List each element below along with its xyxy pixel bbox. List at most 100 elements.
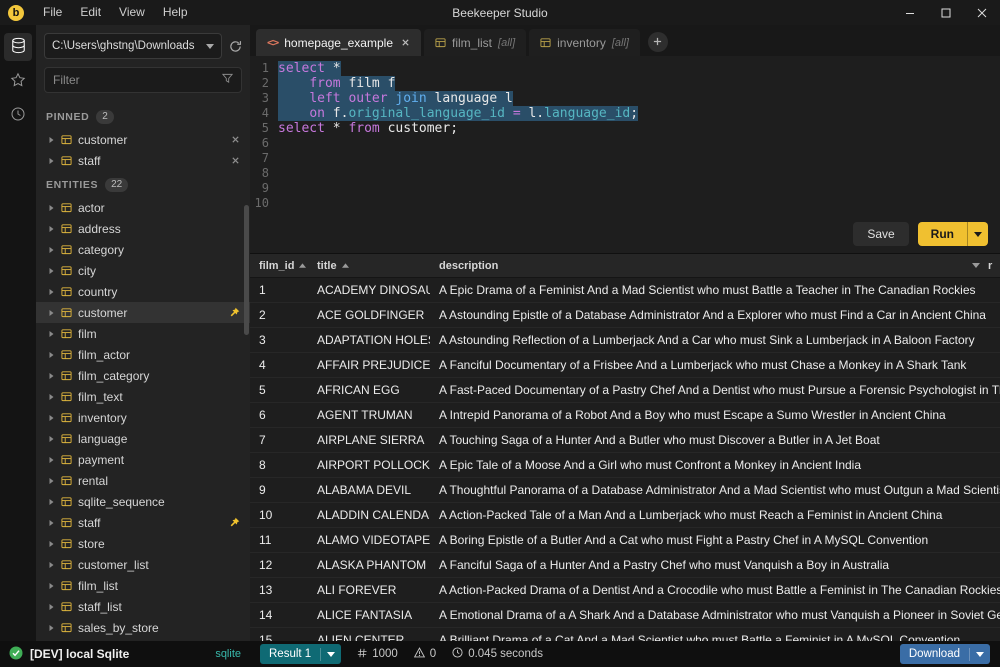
entity-item-customer[interactable]: customer bbox=[36, 302, 250, 323]
entity-item-country[interactable]: country bbox=[36, 281, 250, 302]
result-tab-selector[interactable]: Result 1 bbox=[260, 644, 341, 664]
entity-item-actor[interactable]: actor bbox=[36, 197, 250, 218]
menu-view[interactable]: View bbox=[110, 0, 154, 25]
table-icon bbox=[61, 349, 72, 360]
entity-item-language[interactable]: language bbox=[36, 428, 250, 449]
editor-line[interactable]: 2 from film f bbox=[250, 76, 1000, 91]
result-row[interactable]: 14ALICE FANTASIAA Emotional Drama of a A… bbox=[250, 603, 1000, 628]
sql-editor[interactable]: 1select *2 from film f3 left outer join … bbox=[250, 56, 1000, 216]
result-row[interactable]: 8AIRPORT POLLOCKA Epic Tale of a Moose A… bbox=[250, 453, 1000, 478]
menu-file[interactable]: File bbox=[34, 0, 71, 25]
database-path: C:\Users\ghstng\Downloads bbox=[52, 40, 202, 52]
entity-item-staff_list[interactable]: staff_list bbox=[36, 596, 250, 617]
save-button[interactable]: Save bbox=[853, 222, 908, 246]
result-row[interactable]: 15ALIEN CENTERA Brilliant Drama of a Cat… bbox=[250, 628, 1000, 641]
result-row[interactable]: 11ALAMO VIDEOTAPEA Boring Epistle of a B… bbox=[250, 528, 1000, 553]
result-row[interactable]: 9ALABAMA DEVILA Thoughtful Panorama of a… bbox=[250, 478, 1000, 503]
entity-item-address[interactable]: address bbox=[36, 218, 250, 239]
entity-item-rental[interactable]: rental bbox=[36, 470, 250, 491]
menu-help[interactable]: Help bbox=[154, 0, 197, 25]
history-rail-button[interactable] bbox=[4, 101, 32, 129]
editor-line[interactable]: 1select * bbox=[250, 61, 1000, 76]
result-row[interactable]: 12ALASKA PHANTOMA Fanciful Saga of a Hun… bbox=[250, 553, 1000, 578]
pinned-item-customer[interactable]: customer bbox=[36, 129, 250, 150]
tab-inventory[interactable]: inventory[all] bbox=[529, 29, 640, 56]
pinned-section-header[interactable]: PINNED 2 bbox=[36, 103, 250, 129]
column-header-partial[interactable]: r bbox=[984, 260, 1000, 272]
download-button[interactable]: Download bbox=[900, 644, 990, 664]
entity-item-film[interactable]: film bbox=[36, 323, 250, 344]
result-row[interactable]: 5AFRICAN EGGA Fast-Paced Documentary of … bbox=[250, 378, 1000, 403]
column-header-description[interactable]: description bbox=[430, 260, 968, 272]
result-row[interactable]: 7AIRPLANE SIERRAA Touching Saga of a Hun… bbox=[250, 428, 1000, 453]
cell-description: A Brilliant Drama of a Cat And a Mad Sci… bbox=[430, 633, 1000, 641]
entity-item-film_list[interactable]: film_list bbox=[36, 575, 250, 596]
run-label[interactable]: Run bbox=[918, 222, 968, 246]
entities-section-header[interactable]: ENTITIES 22 bbox=[36, 171, 250, 197]
result-row[interactable]: 6AGENT TRUMANA Intrepid Panorama of a Ro… bbox=[250, 403, 1000, 428]
entity-item-store[interactable]: store bbox=[36, 533, 250, 554]
entity-item-film_category[interactable]: film_category bbox=[36, 365, 250, 386]
entity-item-payment[interactable]: payment bbox=[36, 449, 250, 470]
pinned-item-staff[interactable]: staff bbox=[36, 150, 250, 171]
tables-rail-button[interactable] bbox=[4, 33, 32, 61]
entity-item-inventory[interactable]: inventory bbox=[36, 407, 250, 428]
editor-line[interactable]: 4 on f.original_language_id = l.language… bbox=[250, 106, 1000, 121]
editor-line[interactable]: 6 bbox=[250, 136, 1000, 151]
close-button[interactable] bbox=[964, 0, 1000, 25]
entity-item-staff[interactable]: staff bbox=[36, 512, 250, 533]
line-number: 8 bbox=[250, 166, 278, 181]
entity-item-sqlite_sequence[interactable]: sqlite_sequence bbox=[36, 491, 250, 512]
result-row[interactable]: 4AFFAIR PREJUDICEA Fanciful Documentary … bbox=[250, 353, 1000, 378]
result-row[interactable]: 3ADAPTATION HOLESA Astounding Reflection… bbox=[250, 328, 1000, 353]
table-filter-input[interactable]: Filter bbox=[44, 67, 242, 93]
header-chevron-down-icon[interactable] bbox=[968, 263, 984, 268]
new-tab-button[interactable] bbox=[648, 32, 668, 52]
line-number: 5 bbox=[250, 121, 278, 136]
entity-item-category[interactable]: category bbox=[36, 239, 250, 260]
result-chevron-down-icon[interactable] bbox=[320, 648, 341, 661]
item-label: address bbox=[78, 222, 121, 236]
pin-icon[interactable] bbox=[229, 517, 240, 528]
download-chevron-down-icon[interactable] bbox=[969, 648, 990, 661]
line-number: 4 bbox=[250, 106, 278, 121]
result-row[interactable]: 13ALI FOREVERA Action-Packed Drama of a … bbox=[250, 578, 1000, 603]
entity-item-customer_list[interactable]: customer_list bbox=[36, 554, 250, 575]
table-icon bbox=[61, 412, 72, 423]
editor-line[interactable]: 10 bbox=[250, 196, 1000, 211]
editor-line[interactable]: 9 bbox=[250, 181, 1000, 196]
run-button[interactable]: Run bbox=[918, 222, 988, 246]
entity-item-film_actor[interactable]: film_actor bbox=[36, 344, 250, 365]
run-options-caret-icon[interactable] bbox=[968, 222, 988, 246]
pin-icon[interactable] bbox=[229, 307, 240, 318]
unpin-close-icon[interactable] bbox=[231, 135, 240, 144]
caret-right-icon bbox=[48, 288, 55, 296]
minimize-button[interactable] bbox=[892, 0, 928, 25]
unpin-close-icon[interactable] bbox=[231, 156, 240, 165]
entity-item-film_text[interactable]: film_text bbox=[36, 386, 250, 407]
entity-item-sales_by_store[interactable]: sales_by_store bbox=[36, 617, 250, 638]
column-header-title[interactable]: title bbox=[308, 260, 430, 272]
sidebar-scrollbar[interactable] bbox=[244, 205, 249, 335]
editor-line[interactable]: 8 bbox=[250, 166, 1000, 181]
editor-line[interactable]: 3 left outer join language l bbox=[250, 91, 1000, 106]
editor-line[interactable]: 5select * from customer; bbox=[250, 121, 1000, 136]
caret-right-icon bbox=[48, 414, 55, 422]
cell-film-id: 6 bbox=[250, 408, 308, 422]
tab-homepage_example[interactable]: <>homepage_example bbox=[256, 29, 421, 56]
tab-close-icon[interactable] bbox=[401, 38, 410, 47]
column-header-film-id[interactable]: film_id bbox=[250, 260, 308, 272]
refresh-icon[interactable] bbox=[229, 40, 242, 53]
tab-film_list[interactable]: film_list[all] bbox=[424, 29, 526, 56]
favorites-rail-button[interactable] bbox=[4, 67, 32, 95]
database-selector[interactable]: C:\Users\ghstng\Downloads bbox=[44, 33, 222, 59]
table-icon bbox=[61, 307, 72, 318]
result-row[interactable]: 10ALADDIN CALENDARA Action-Packed Tale o… bbox=[250, 503, 1000, 528]
menu-edit[interactable]: Edit bbox=[71, 0, 110, 25]
maximize-button[interactable] bbox=[928, 0, 964, 25]
connection-name[interactable]: [DEV] local Sqlite bbox=[30, 647, 129, 661]
result-row[interactable]: 2ACE GOLDFINGERA Astounding Epistle of a… bbox=[250, 303, 1000, 328]
editor-line[interactable]: 7 bbox=[250, 151, 1000, 166]
entity-item-city[interactable]: city bbox=[36, 260, 250, 281]
result-row[interactable]: 1ACADEMY DINOSAURA Epic Drama of a Femin… bbox=[250, 278, 1000, 303]
